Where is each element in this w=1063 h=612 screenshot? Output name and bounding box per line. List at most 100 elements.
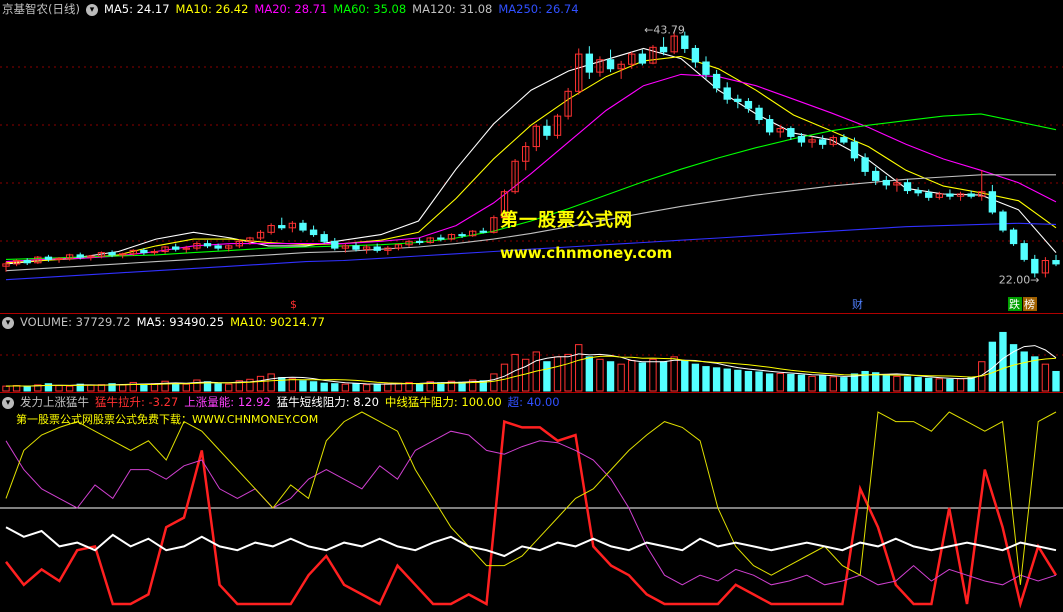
candle	[691, 47, 700, 63]
candle	[765, 119, 774, 133]
volume-bar	[564, 353, 572, 392]
high-price-label: ←43.79	[644, 24, 685, 37]
stock-chart-canvas[interactable]: ←43.79 22.00→ $ 财 跌榜	[0, 0, 1063, 612]
indicator-value-b: 上涨量能: 12.92	[184, 395, 271, 409]
vol-ma10-readout: MA10: 90214.77	[230, 315, 325, 329]
chevron-down-icon[interactable]: ▾	[2, 316, 14, 329]
volume-bar	[437, 382, 445, 392]
volume-bar	[797, 374, 806, 392]
volume-bar	[288, 378, 297, 392]
volume-bar	[193, 379, 201, 392]
candle	[309, 229, 318, 236]
candle	[373, 246, 381, 251]
indicator-note: 第一股票公式网股票公式免费下载：WWW.CHNMONEY.COM	[16, 413, 319, 426]
volume-bar	[65, 385, 74, 392]
volume-bar	[118, 384, 127, 392]
candle	[331, 240, 339, 249]
volume-bar	[320, 382, 328, 392]
ma20-readout: MA20: 28.71	[254, 2, 328, 16]
candle	[914, 190, 922, 194]
candle	[755, 107, 763, 121]
volume-bar	[182, 383, 190, 392]
volume-bar	[734, 369, 742, 392]
candle	[278, 225, 286, 229]
candle	[44, 256, 53, 260]
volume-bar	[543, 361, 551, 392]
limit-down-marker: 跌	[1009, 297, 1020, 311]
volume-bar	[755, 371, 763, 392]
candle	[606, 59, 615, 70]
candle	[850, 141, 859, 159]
low-price-label: 22.00→	[999, 273, 1040, 286]
volume-bar	[925, 377, 933, 392]
volume-bar	[1041, 363, 1050, 392]
ma250-readout: MA250: 26.74	[498, 2, 579, 16]
main-pane-header: 京基智农(日线) ▾ MA5: 24.17 MA10: 26.42 MA20: 28.7…	[2, 1, 585, 17]
chevron-down-icon[interactable]: ▾	[2, 396, 14, 409]
volume-bar	[659, 361, 668, 392]
volume-bar	[352, 383, 360, 392]
candle	[882, 179, 890, 186]
chevron-down-icon[interactable]: ▾	[85, 3, 98, 16]
volume-bar	[628, 360, 636, 392]
candle	[988, 191, 997, 213]
volume-bar	[765, 373, 774, 392]
volume-bar	[458, 381, 466, 392]
volume-pane-header: ▾ VOLUME: 37729.72 MA5: 93490.25 MA10: 9021…	[2, 314, 331, 330]
volume-bar	[415, 383, 424, 392]
volume-bar	[140, 383, 148, 392]
volume-bar	[1031, 356, 1039, 392]
candle	[734, 98, 742, 102]
candle	[723, 87, 731, 100]
volume-bar	[967, 377, 975, 392]
candle	[585, 53, 594, 73]
indicator-value-a: 猛牛拉升: -3.27	[95, 395, 179, 409]
candle	[925, 192, 933, 198]
volume-bar	[500, 363, 509, 392]
candle	[352, 245, 360, 250]
watermark-title: 第一股票公式网	[500, 210, 633, 231]
volume-bar	[744, 370, 753, 392]
volume-bar	[776, 372, 784, 392]
candle	[872, 170, 880, 181]
vol-ma5-readout: MA5: 93490.25	[136, 315, 225, 329]
volume-bar	[956, 378, 965, 392]
candle	[214, 245, 222, 249]
indicator-name: 发力上涨猛牛	[20, 395, 89, 409]
candle	[797, 135, 806, 143]
indicator-value-d: 中线猛牛阻力: 100.00	[384, 395, 502, 409]
volume-bar	[840, 377, 848, 392]
volume-bar	[818, 375, 827, 392]
candle	[712, 73, 721, 89]
candle	[415, 240, 424, 243]
indicator-value-c: 猛牛短线阻力: 8.20	[276, 395, 379, 409]
candle	[787, 128, 795, 137]
candle	[681, 35, 689, 49]
volume-readout: VOLUME: 37729.72	[20, 315, 131, 329]
volume-bar	[999, 331, 1007, 392]
volume-bar	[1052, 370, 1060, 392]
volume-bar	[267, 373, 275, 392]
indicator-pane-header: ▾ 发力上涨猛牛 猛牛拉升: -3.27 上涨量能: 12.92 猛牛短线阻力: 8.2…	[2, 394, 566, 410]
volume-bar	[299, 380, 307, 392]
candle	[840, 137, 848, 143]
volume-bar	[341, 383, 350, 392]
watermark-url: www.chnmoney.com	[500, 244, 673, 262]
volume-bar	[1020, 351, 1028, 392]
volume-bar	[214, 383, 222, 392]
volume-bar	[256, 375, 265, 392]
volume-bar	[331, 383, 339, 392]
volume-bar	[23, 386, 31, 392]
volume-bar	[172, 382, 180, 392]
volume-bar	[362, 384, 371, 392]
volume-bar	[575, 344, 583, 392]
volume-bar	[882, 374, 890, 392]
volume-bar	[787, 373, 795, 392]
volume-bar	[511, 353, 519, 392]
candle	[702, 61, 710, 75]
volume-bar	[490, 373, 498, 392]
candle	[946, 193, 954, 197]
candle	[1031, 258, 1039, 274]
ma5-readout: MA5: 24.17	[103, 2, 170, 16]
volume-bar	[309, 381, 318, 392]
